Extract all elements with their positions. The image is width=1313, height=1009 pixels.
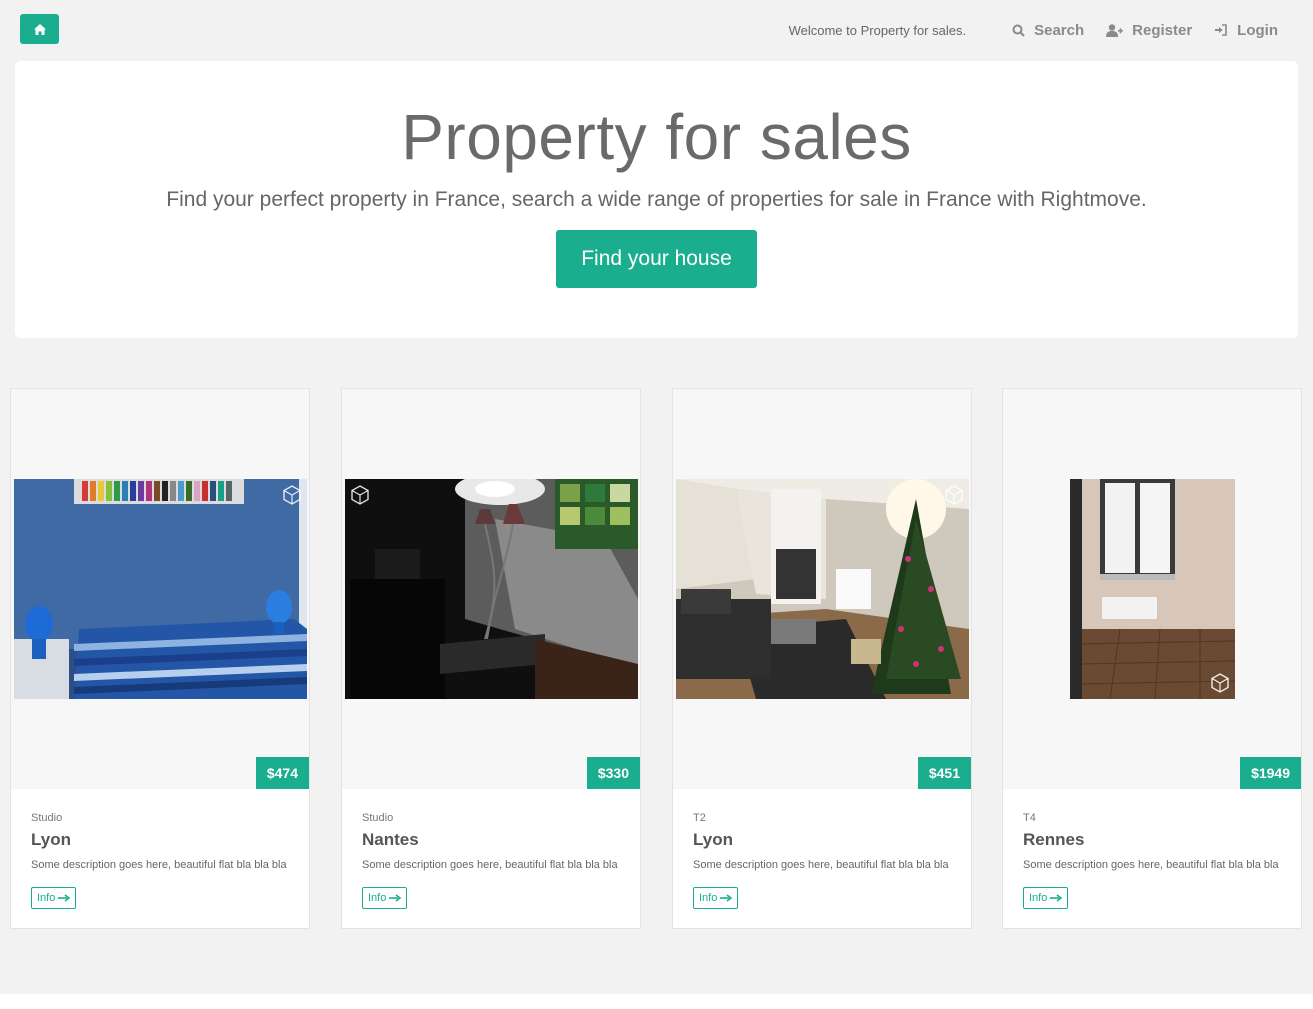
nav-register-label: Register xyxy=(1132,21,1193,39)
listing-body: T4 Rennes Some description goes here, be… xyxy=(1003,789,1301,909)
listing-photo[interactable] xyxy=(676,479,969,699)
listing-media: $474 xyxy=(11,389,309,789)
top-navbar: Welcome to Property for sales. Search Re… xyxy=(0,0,1313,60)
listing-body: Studio Nantes Some description goes here… xyxy=(342,789,640,909)
price-badge: $451 xyxy=(917,757,971,789)
nav-login-label: Login xyxy=(1237,21,1278,39)
nav-register-link[interactable]: Register xyxy=(1106,22,1192,39)
listing-description: Some description goes here, beautiful fl… xyxy=(31,859,287,871)
page-footer xyxy=(0,994,1313,1009)
hero-jumbotron: Property for sales Find your perfect pro… xyxy=(15,61,1298,338)
info-button-label: Info xyxy=(699,892,718,904)
listing-type: T4 xyxy=(1023,812,1036,824)
home-icon xyxy=(33,23,46,35)
listing-media: $451 xyxy=(673,389,971,789)
sign-in-icon xyxy=(1215,24,1227,36)
page-title: Property for sales xyxy=(401,101,912,173)
listing-city: Nantes xyxy=(362,830,419,849)
listing-description: Some description goes here, beautiful fl… xyxy=(693,859,949,871)
info-button[interactable]: Info xyxy=(31,887,77,909)
listing-card: $330 Studio Nantes Some description goes… xyxy=(341,388,641,929)
hero-subtitle: Find your perfect property in France, se… xyxy=(166,188,1147,211)
nav-search-link[interactable]: Search xyxy=(1012,22,1084,39)
listing-media: $1949 xyxy=(1003,389,1301,789)
price-badge: $1949 xyxy=(1240,757,1301,789)
info-button-label: Info xyxy=(37,892,56,904)
info-button[interactable]: Info xyxy=(693,887,739,909)
user-plus-icon xyxy=(1106,23,1124,37)
listing-card: $1949 T4 Rennes Some description goes he… xyxy=(1002,388,1302,929)
photo-watermark-icon xyxy=(283,485,301,505)
arrow-right-icon xyxy=(1050,894,1063,902)
nav-menu: Welcome to Property for sales. Search Re… xyxy=(789,20,1278,40)
nav-search-label: Search xyxy=(1034,21,1085,39)
listing-media: $330 xyxy=(342,389,640,789)
photo-watermark-icon xyxy=(1211,673,1229,693)
arrow-right-icon xyxy=(720,894,733,902)
arrow-right-icon xyxy=(58,894,71,902)
listing-type: Studio xyxy=(362,812,394,824)
price-badge: $330 xyxy=(586,757,640,789)
nav-login-link[interactable]: Login xyxy=(1214,22,1278,39)
listing-body: Studio Lyon Some description goes here, … xyxy=(11,789,309,909)
listing-card: $451 T2 Lyon Some description goes here,… xyxy=(672,388,972,929)
listing-photo[interactable] xyxy=(14,479,307,699)
listing-photo[interactable] xyxy=(345,479,638,699)
listing-city: Lyon xyxy=(31,830,71,849)
listing-city: Rennes xyxy=(1023,830,1085,849)
listing-city: Lyon xyxy=(693,830,733,849)
listing-description: Some description goes here, beautiful fl… xyxy=(362,859,618,871)
welcome-text: Welcome to Property for sales. xyxy=(788,22,967,38)
info-button[interactable]: Info xyxy=(1023,887,1069,909)
listing-type: Studio xyxy=(31,812,63,824)
listing-type: T2 xyxy=(693,812,706,824)
price-badge: $474 xyxy=(255,757,309,789)
find-house-button[interactable]: Find your house xyxy=(556,230,757,288)
info-button-label: Info xyxy=(368,892,387,904)
listing-description: Some description goes here, beautiful fl… xyxy=(1023,859,1279,871)
info-button[interactable]: Info xyxy=(362,887,408,909)
listing-body: T2 Lyon Some description goes here, beau… xyxy=(673,789,971,909)
listing-photo[interactable] xyxy=(1070,479,1235,699)
arrow-right-icon xyxy=(389,894,402,902)
listing-card: $474 Studio Lyon Some description goes h… xyxy=(10,388,310,929)
search-icon xyxy=(1012,24,1025,37)
photo-watermark-icon xyxy=(945,485,963,505)
home-button[interactable] xyxy=(20,14,59,44)
info-button-label: Info xyxy=(1029,892,1048,904)
photo-watermark-icon xyxy=(351,485,369,505)
